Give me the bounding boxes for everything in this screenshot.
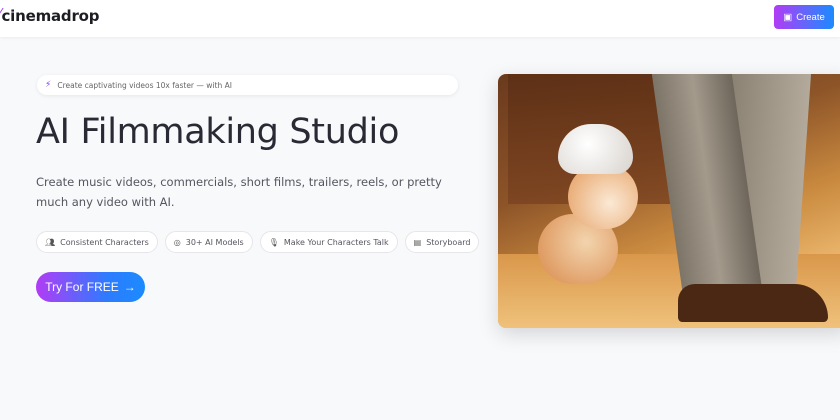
feature-ai-models: ◎ 30+ AI Models [164,231,253,253]
hero-description: Create music videos, commercials, short … [36,175,442,209]
video-plus-icon: ▣ [783,11,793,23]
feature-storyboard: ▤ Storyboard [404,231,480,253]
page-title: AI Filmmaking Studio [36,112,400,152]
create-button[interactable]: ▣ Create [774,5,834,29]
feature-label: Consistent Characters [60,237,149,247]
tagline-text: Create captivating videos 10x faster — w… [57,80,232,90]
puppy-chef-illustration [538,124,648,294]
feature-list: 👥︎ Consistent Characters ◎ 30+ AI Models 🎙… [36,231,480,253]
users-icon: 👥︎ [45,237,56,247]
feature-label: Make Your Characters Talk [283,237,389,247]
hero-image [498,74,840,328]
film-icon: ▤ [413,237,422,247]
create-label: Create [796,11,825,23]
top-navbar: ⁄cinemadrop ▣ Create [0,0,840,37]
shoe-shape [678,284,828,322]
arrow-right-icon: → [123,280,136,294]
logo-text: cinemadrop [1,7,100,25]
feature-talking-characters: 🎙︎ Make Your Characters Talk [259,231,398,253]
cta-label: Try For FREE [45,280,119,294]
feature-label: Storyboard [426,237,471,247]
tagline-badge: ⚡ Create captivating videos 10x faster —… [37,75,458,95]
models-icon: ◎ [173,237,181,247]
logo[interactable]: ⁄cinemadrop [0,7,100,25]
lightning-icon: ⚡ [45,80,52,90]
feature-consistent-characters: 👥︎ Consistent Characters [36,231,158,253]
try-for-free-button[interactable]: Try For FREE → [36,272,145,302]
microphone-icon: 🎙︎ [268,237,279,247]
feature-label: 30+ AI Models [185,237,244,247]
